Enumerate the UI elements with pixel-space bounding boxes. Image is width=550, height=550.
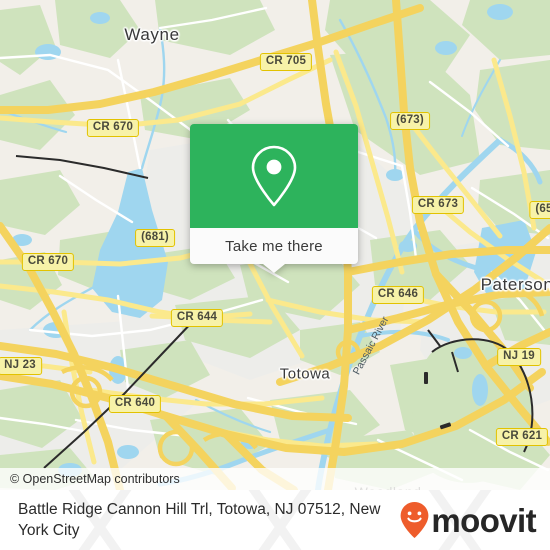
place-label: Paterson — [480, 275, 550, 294]
place-label: Totowa — [279, 365, 331, 383]
road-shield: CR 705 — [259, 53, 313, 71]
road-shield: NJ 19 — [497, 348, 541, 366]
moovit-logo[interactable]: moovit — [399, 501, 542, 539]
popup-pointer — [263, 264, 285, 273]
osm-attribution-text: © OpenStreetMap contributors — [10, 472, 180, 486]
popup-image-area — [190, 124, 358, 228]
road-shield: CR 670 — [86, 119, 140, 137]
road-shield: CR 673 — [411, 196, 465, 214]
osm-attribution[interactable]: © OpenStreetMap contributors — [0, 468, 550, 490]
footer-bar: Battle Ridge Cannon Hill Trl, Totowa, NJ… — [0, 490, 550, 550]
road-shield: CR 644 — [170, 309, 224, 327]
map-screen: CR 705 CR 670 (673) CR 673 (65 (681) CR 670 CR … — [0, 0, 550, 550]
road-shield: (65 — [529, 201, 550, 219]
road-shield: CR 670 — [21, 253, 75, 271]
road-shield: CR 621 — [495, 428, 549, 446]
moovit-smiley-pin-icon — [401, 502, 429, 538]
road-shield: (673) — [390, 112, 430, 130]
place-label: Wayne — [124, 25, 180, 44]
road-shield: NJ 23 — [0, 357, 42, 375]
road-shield: CR 640 — [108, 395, 162, 413]
road-shield: (681) — [135, 229, 175, 247]
map-pin-icon — [251, 145, 297, 207]
destination-popup[interactable]: Take me there — [190, 124, 358, 273]
road-shield: CR 646 — [371, 286, 425, 304]
moovit-wordmark: moovit — [431, 501, 536, 539]
take-me-there-button[interactable]: Take me there — [190, 228, 358, 264]
take-me-there-label: Take me there — [225, 237, 323, 255]
address-text: Battle Ridge Cannon Hill Trl, Totowa, NJ… — [18, 501, 381, 539]
